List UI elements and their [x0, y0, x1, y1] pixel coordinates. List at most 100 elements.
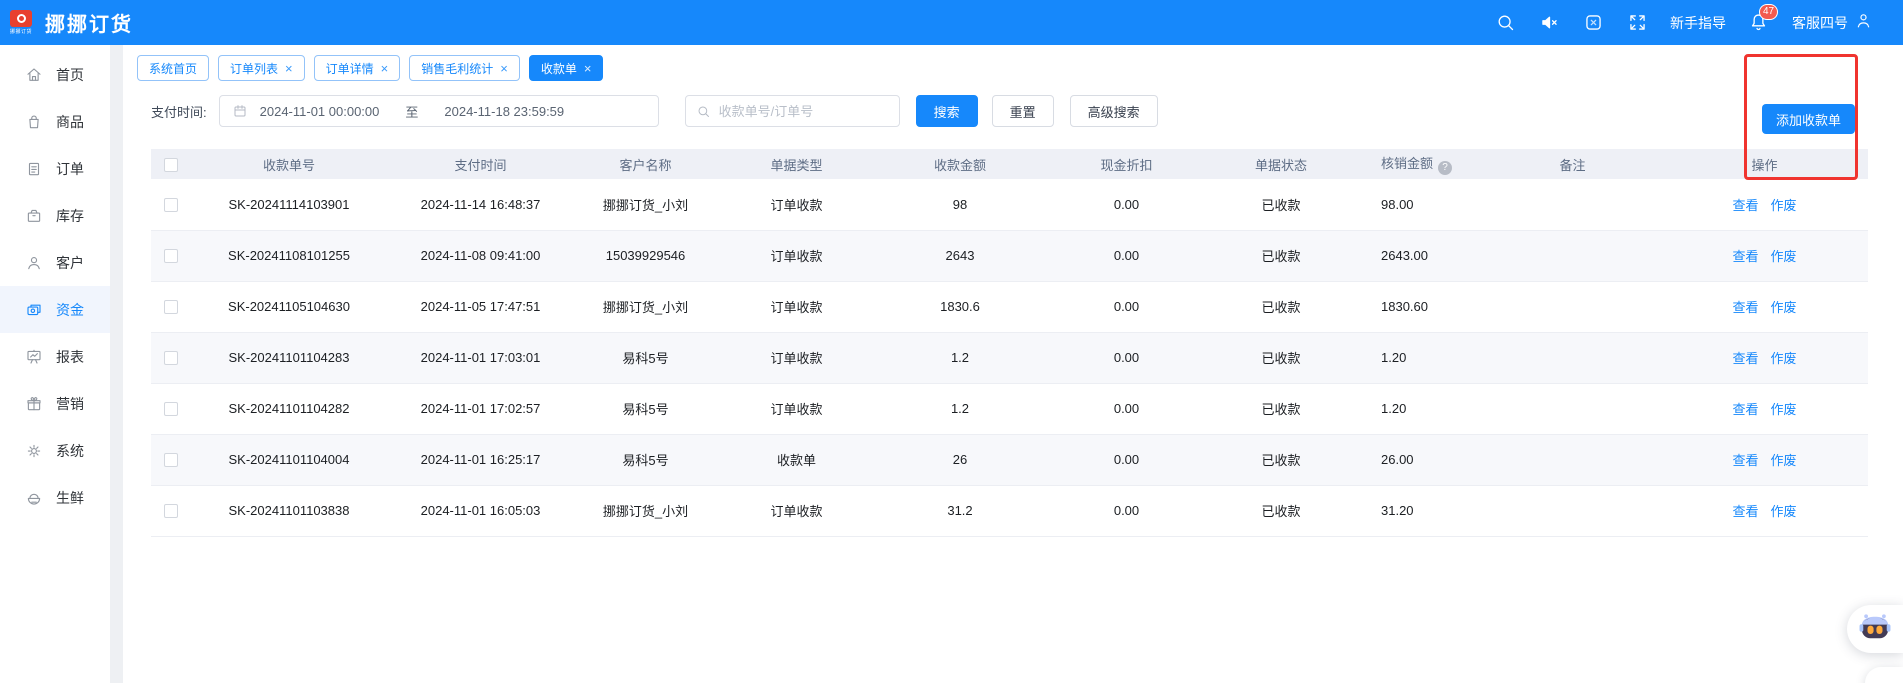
fullscreen-icon[interactable] [1626, 12, 1648, 34]
topbar-actions: 新手指导 47 客服四号 [1494, 11, 1873, 35]
sidebar-item-inventory[interactable]: 库存 [0, 192, 110, 239]
sidebar-item-label: 商品 [56, 112, 84, 132]
floating-button-partial[interactable] [1865, 667, 1903, 683]
void-link[interactable]: 作废 [1771, 504, 1797, 519]
view-link[interactable]: 查看 [1732, 402, 1758, 417]
column-header: 操作 [1661, 149, 1868, 179]
actions-cell: 查看作废 [1661, 485, 1868, 536]
row-checkbox[interactable] [164, 249, 178, 263]
discount-cell: 0.00 [1044, 383, 1209, 434]
view-link[interactable]: 查看 [1732, 504, 1758, 519]
row-checkbox[interactable] [164, 453, 178, 467]
add-receipt-button[interactable]: 添加收款单 [1762, 104, 1855, 134]
tab-订单列表[interactable]: 订单列表 × [218, 55, 305, 81]
void-link[interactable]: 作废 [1771, 300, 1797, 315]
table-row: SK-202411051046302024-11-05 17:47:51挪挪订货… [151, 281, 1868, 332]
tab-系统首页[interactable]: 系统首页 [137, 55, 209, 81]
writeoff-cell: 26.00 [1353, 434, 1484, 485]
sidebar-item-order[interactable]: 订单 [0, 145, 110, 192]
tab-label: 销售毛利统计 [421, 60, 493, 77]
user-menu[interactable]: 客服四号 [1792, 11, 1873, 35]
robot-icon [1858, 612, 1892, 647]
search-button[interactable]: 搜索 [916, 95, 978, 127]
view-link[interactable]: 查看 [1732, 351, 1758, 366]
row-checkbox[interactable] [164, 300, 178, 314]
sidebar-item-customer[interactable]: 客户 [0, 239, 110, 286]
receipt-no-cell: SK-20241101104283 [191, 332, 387, 383]
sidebar-item-marketing[interactable]: 营销 [0, 380, 110, 427]
status-cell: 已收款 [1209, 179, 1353, 230]
sidebar-item-report[interactable]: 报表 [0, 333, 110, 380]
status-cell: 已收款 [1209, 281, 1353, 332]
view-link[interactable]: 查看 [1732, 249, 1758, 264]
beginner-guide-link[interactable]: 新手指导 [1670, 13, 1726, 33]
column-header: 客户名称 [574, 149, 717, 179]
search-icon [696, 104, 711, 119]
sidebar-item-home[interactable]: 首页 [0, 51, 110, 98]
assistant-robot-button[interactable] [1847, 605, 1903, 653]
search-input[interactable] [719, 104, 889, 119]
doc-type-cell: 订单收款 [717, 332, 876, 383]
notification-badge: 47 [1759, 4, 1778, 20]
search-icon[interactable] [1494, 12, 1516, 34]
receipt-no-cell: SK-20241101104004 [191, 434, 387, 485]
row-checkbox[interactable] [164, 198, 178, 212]
tab-label: 系统首页 [149, 60, 197, 77]
void-link[interactable]: 作废 [1771, 402, 1797, 417]
tab-close-icon[interactable]: × [381, 62, 389, 75]
row-checkbox[interactable] [164, 504, 178, 518]
advanced-search-button[interactable]: 高级搜索 [1070, 95, 1158, 127]
row-checkbox[interactable] [164, 402, 178, 416]
table-header-row: 收款单号支付时间客户名称单据类型收款金额现金折扣单据状态核销金额?备注操作 [151, 149, 1868, 179]
app-title: 挪挪订货 [45, 8, 133, 37]
bell-icon [1748, 20, 1769, 37]
status-cell: 已收款 [1209, 332, 1353, 383]
customer-cell: 挪挪订货_小刘 [574, 281, 717, 332]
sidebar-item-funds[interactable]: 资金 [0, 286, 110, 333]
void-link[interactable]: 作废 [1771, 249, 1797, 264]
reset-button[interactable]: 重置 [992, 95, 1054, 127]
tab-收款单[interactable]: 收款单 × [529, 55, 604, 81]
view-link[interactable]: 查看 [1732, 453, 1758, 468]
notification-bell-icon[interactable]: 47 [1748, 12, 1770, 34]
search-box[interactable] [685, 95, 900, 127]
writeoff-cell: 1.20 [1353, 332, 1484, 383]
tab-销售毛利统计[interactable]: 销售毛利统计 × [409, 55, 520, 81]
view-link[interactable]: 查看 [1732, 300, 1758, 315]
speaker-muted-icon[interactable] [1538, 12, 1560, 34]
tab-label: 收款单 [541, 60, 577, 77]
tab-close-icon[interactable]: × [584, 62, 592, 75]
sidebar-item-label: 报表 [56, 347, 84, 367]
doc-type-cell: 订单收款 [717, 179, 876, 230]
void-link[interactable]: 作废 [1771, 453, 1797, 468]
void-link[interactable]: 作废 [1771, 351, 1797, 366]
sidebar-item-bag[interactable]: 商品 [0, 98, 110, 145]
tab-订单详情[interactable]: 订单详情× [314, 55, 401, 81]
sidebar-item-fresh[interactable]: 生鲜 [0, 474, 110, 521]
tab-label: 订单列表 [230, 60, 278, 77]
customer-cell: 挪挪订货_小刘 [574, 485, 717, 536]
sidebar-item-system[interactable]: 系统 [0, 427, 110, 474]
date-start-value[interactable]: 2024-11-01 00:00:00 [260, 104, 380, 119]
tab-close-icon[interactable]: × [285, 62, 293, 75]
select-all-checkbox[interactable] [164, 158, 178, 172]
window-icon[interactable] [1582, 12, 1604, 34]
tab-close-icon[interactable]: × [500, 62, 508, 75]
pay-time-cell: 2024-11-01 16:05:03 [387, 485, 574, 536]
date-range-input[interactable]: 2024-11-01 00:00:00 至 2024-11-18 23:59:5… [219, 95, 659, 127]
row-checkbox[interactable] [164, 351, 178, 365]
void-link[interactable]: 作废 [1771, 198, 1797, 213]
customer-cell: 易科5号 [574, 434, 717, 485]
inventory-icon [25, 207, 43, 225]
amount-cell: 1.2 [876, 332, 1044, 383]
status-cell: 已收款 [1209, 230, 1353, 281]
date-end-value[interactable]: 2024-11-18 23:59:59 [444, 104, 564, 119]
table-row: SK-202411141039012024-11-14 16:48:37挪挪订货… [151, 179, 1868, 230]
help-icon[interactable]: ? [1438, 161, 1452, 175]
amount-cell: 98 [876, 179, 1044, 230]
sidebar-item-label: 订单 [56, 159, 84, 179]
discount-cell: 0.00 [1044, 230, 1209, 281]
sidebar-divider [110, 45, 123, 683]
doc-type-cell: 收款单 [717, 434, 876, 485]
view-link[interactable]: 查看 [1732, 198, 1758, 213]
